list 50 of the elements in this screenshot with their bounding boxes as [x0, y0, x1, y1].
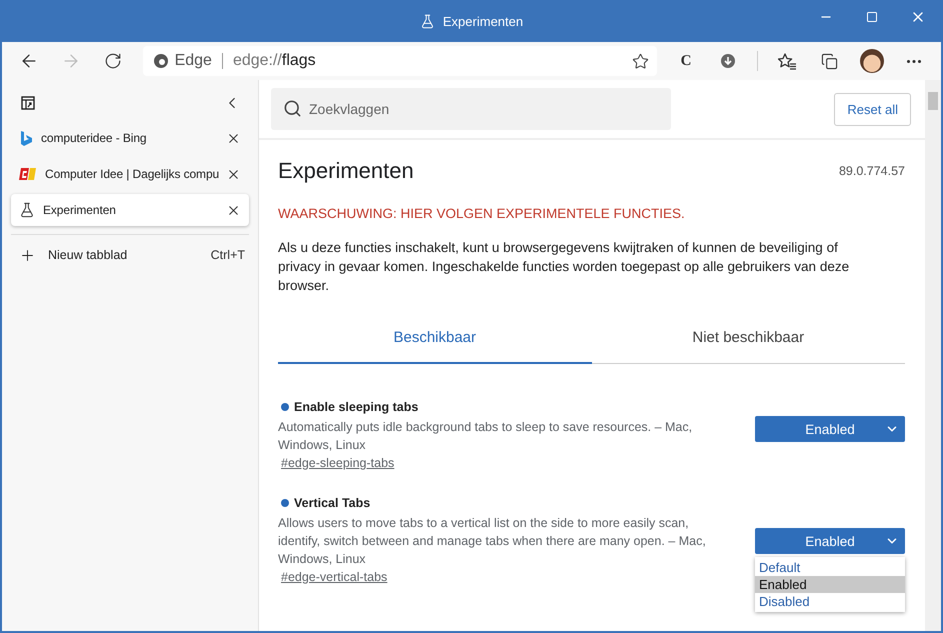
scrollbar[interactable]: [925, 80, 941, 631]
address-bar[interactable]: Edge edge://flags: [142, 46, 657, 76]
window-title: Experimenten: [442, 14, 524, 28]
flag-link[interactable]: #edge-sleeping-tabs: [281, 456, 394, 470]
flag-link[interactable]: #edge-vertical-tabs: [281, 570, 388, 584]
dropdown-option[interactable]: Disabled: [755, 593, 905, 610]
tab-actions-icon[interactable]: [21, 96, 35, 110]
search-icon: [283, 99, 302, 118]
maximize-icon: [866, 11, 878, 23]
b-logo-icon: [19, 130, 33, 146]
flag-description: Allows users to move tabs to a vertical list on the side to more easily scan, identify, switch between and manage tabs when there are many open. – Mac, Windows, Linux: [278, 515, 707, 568]
flask-icon: [420, 14, 435, 28]
flag-name: Enable sleeping tabs: [294, 400, 418, 414]
tab-title: computeridee - Bing: [41, 131, 146, 145]
flag-name: Vertical Tabs: [294, 496, 370, 510]
version-text: 89.0.774.57: [838, 164, 905, 178]
tab-title: Experimenten: [43, 203, 116, 217]
ci-logo-icon: [19, 167, 37, 181]
new-tab-item[interactable]: Nieuw tabblad Ctrl+T: [11, 241, 249, 269]
search-field[interactable]: Zoekvlaggen: [271, 88, 671, 130]
tab[interactable]: Niet beschikbaar: [592, 318, 905, 364]
page-title: Experimenten: [278, 158, 414, 184]
url-text: edge://flags: [232, 52, 317, 70]
bullet-icon: [281, 499, 289, 507]
more-icon: [906, 60, 921, 62]
add-favorite-icon[interactable]: [632, 52, 649, 70]
flag-select[interactable]: Enabled: [755, 416, 905, 442]
dropdown-option[interactable]: Enabled: [755, 576, 905, 593]
warning-text: WAARSCHUWING: HIER VOLGEN EXPERIMENTELE FUNCTIES.: [278, 206, 686, 221]
vertical-tab[interactable]: computeridee - Bing: [11, 122, 249, 154]
collections-icon: [821, 52, 838, 70]
intro-paragraph: Als u deze functies inschakelt, kunt u browsergegevens kwijtraken of kunnen de beveiliging of privacy in gevaar komen. Ingeschakelde functies worden toegepast op alle gebruikers van deze browser.: [278, 239, 850, 295]
dropdown-option[interactable]: Default: [755, 559, 905, 576]
site-label: Edge: [174, 53, 223, 69]
vertical-tab[interactable]: Computer Idee | Dagelijks compu: [11, 158, 249, 190]
avatar-icon: [860, 49, 884, 73]
bullet-icon: [281, 403, 289, 411]
tab[interactable]: Beschikbaar: [278, 318, 592, 364]
vertical-tab[interactable]: Experimenten: [11, 194, 249, 226]
extension-button[interactable]: C: [666, 45, 706, 77]
shortcut-text: Ctrl+T: [210, 248, 245, 262]
tab-title: Computer Idee | Dagelijks compu: [45, 167, 220, 181]
edge-logo-icon: [152, 53, 169, 69]
reset-all-button[interactable]: Reset all: [834, 92, 911, 126]
flask-icon: [19, 202, 35, 218]
new-tab-label: Nieuw tabblad: [48, 248, 128, 262]
flag-select[interactable]: Enabled: [755, 528, 905, 554]
flag-description: Automatically puts idle background tabs to sleep to save resources. – Mac, Windows, Linux: [278, 419, 694, 454]
favorites-icon: [778, 52, 796, 70]
refresh-icon: [104, 52, 122, 70]
